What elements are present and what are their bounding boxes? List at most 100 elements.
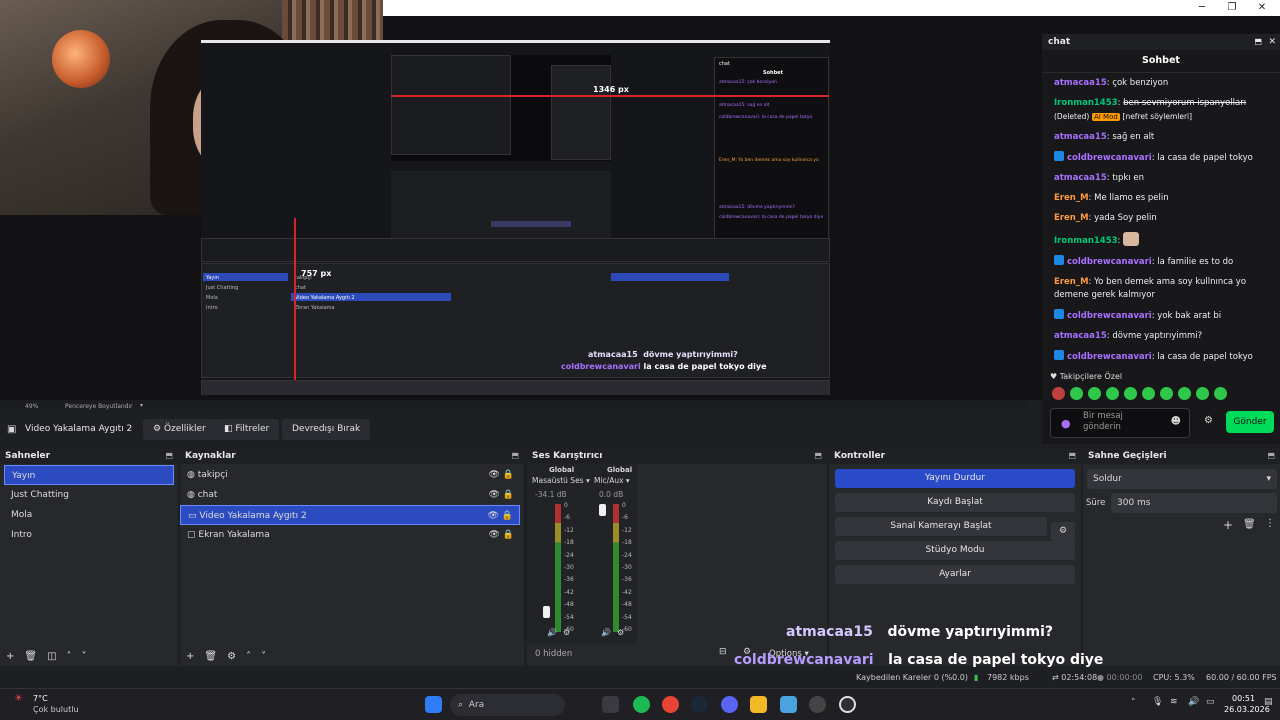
chevron-down-icon[interactable]: ▾ [140,402,143,409]
chevron-down-icon[interactable]: ˅ [261,651,276,662]
mic-icon[interactable]: ● [1061,417,1071,430]
chat-username[interactable]: atmacaa15 [1054,331,1107,341]
studio-mode-button[interactable]: Stüdyo Modu [835,541,1075,560]
chatgpt-icon[interactable] [809,696,826,713]
undock-icon[interactable]: ⬒ [814,448,822,464]
undock-icon[interactable]: ⬒ [1068,448,1076,464]
undock-icon[interactable]: ⬒ [165,448,173,464]
emote-icon[interactable] [1070,387,1083,400]
gear-icon[interactable]: ⚙ [227,651,246,662]
minimize-icon[interactable]: ─ [1194,2,1210,13]
emote-bar[interactable] [1052,387,1232,401]
stop-stream-button[interactable]: Yayını Durdur [835,469,1075,488]
chat-username[interactable]: coldbrewcanavari [1067,311,1152,321]
emote-icon[interactable] [1106,387,1119,400]
speaker-icon[interactable]: 🔊 [601,628,611,637]
chat-message-list[interactable]: atmacaa15: çok benziyon Ironman1453: ben … [1042,73,1280,363]
emote-icon[interactable] [1160,387,1173,400]
scene-item[interactable]: Just Chatting [4,485,174,505]
lock-icon[interactable]: 🔒 [503,470,514,480]
eye-icon[interactable]: 👁 [488,470,499,480]
chat-username[interactable]: Ironman1453 [1054,236,1118,246]
filters-button[interactable]: ◧ Filtreler [214,419,280,440]
close-icon[interactable]: ✕ [1268,34,1276,50]
mic-icon[interactable]: 🎙 [1152,697,1163,707]
close-icon[interactable]: ✕ [1254,2,1270,13]
scene-item[interactable]: Mola [4,505,174,525]
chevron-up-icon[interactable]: ˄ [246,651,261,662]
chevron-up-icon[interactable]: ˄ [67,651,82,662]
lock-icon[interactable]: 🔒 [503,530,514,540]
chat-username[interactable]: Eren_M [1054,277,1089,287]
settings-button[interactable]: Ayarlar [835,565,1075,584]
clock-date[interactable]: 26.03.2026 [1224,705,1270,714]
eye-icon[interactable]: 👁 [487,511,498,521]
chat-username[interactable]: atmacaa15 [1054,78,1107,88]
folder-icon[interactable] [750,696,767,713]
start-virtual-camera-button[interactable]: Sanal Kamerayı Başlat [835,517,1047,536]
eye-icon[interactable]: 👁 [488,530,499,540]
chrome-icon[interactable] [662,696,679,713]
eye-icon[interactable]: 👁 [488,490,499,500]
task-view-icon[interactable] [602,696,619,713]
channel-name-mic[interactable]: Mic/Aux ▾ [594,476,630,485]
emote-icon[interactable] [1088,387,1101,400]
clock-time[interactable]: 00:51 [1232,694,1255,703]
gear-icon[interactable]: ⚙ [1204,415,1213,426]
emote-icon[interactable] [1214,387,1227,400]
source-item[interactable]: ▭ Video Yakalama Aygıtı 2 👁 🔒 [180,505,520,525]
notification-icon[interactable]: ▤ [1264,697,1273,707]
chat-username[interactable]: coldbrewcanavari [1067,257,1152,267]
trash-icon[interactable]: 🗑 [24,651,47,662]
notepad-icon[interactable] [780,696,797,713]
chat-username[interactable]: atmacaa15 [1054,132,1107,142]
steam-icon[interactable] [691,696,708,713]
maximize-icon[interactable]: ❐ [1224,2,1240,13]
source-item[interactable]: ◍ chat 👁 🔒 [180,485,520,505]
speaker-icon[interactable]: 🔊 [1188,697,1199,707]
message-input[interactable]: ● Bir mesaj gönderin ☻ [1050,408,1190,438]
scene-item[interactable]: Yayın [4,465,174,485]
add-icon[interactable]: + [1223,518,1233,532]
emoji-icon[interactable]: ☻ [1171,416,1181,427]
channel-name-desktop[interactable]: Masaüstü Ses ▾ [532,476,590,485]
speaker-icon[interactable]: 🔊 [547,628,557,637]
trash-icon[interactable]: 🗑 [1243,519,1256,530]
start-icon[interactable] [425,696,442,713]
scene-item[interactable]: Intro [4,525,174,545]
start-recording-button[interactable]: Kaydı Başlat [835,493,1075,512]
emote-icon[interactable] [1124,387,1137,400]
gear-icon[interactable]: ⚙ [617,628,624,637]
obs-icon[interactable] [839,696,856,713]
layout-icon[interactable]: ⊟ [719,647,727,657]
duration-input[interactable]: 300 ms [1111,493,1277,513]
emote-icon[interactable] [1052,387,1065,400]
volume-fader[interactable] [599,504,606,516]
trash-icon[interactable]: 🗑 [204,651,227,662]
program-preview[interactable]: chat Sohbet atmacaa15: çok benziyon atma… [201,40,830,395]
filter-icon[interactable]: ◫ [47,651,66,662]
chat-username[interactable]: atmacaa15 [1054,173,1107,183]
spotify-icon[interactable] [633,696,650,713]
weather-text[interactable]: Çok bulutlu [33,705,79,714]
battery-icon[interactable]: ▭ [1206,697,1215,707]
wifi-icon[interactable]: ≋ [1170,697,1178,707]
deactivate-button[interactable]: Devredışı Bırak [282,419,371,440]
add-icon[interactable]: + [186,651,204,662]
properties-button[interactable]: ⚙ Özellikler [143,419,216,440]
chat-username[interactable]: Eren_M [1054,193,1089,203]
taskbar-search[interactable]: ⌕ Ara [450,694,565,716]
chat-username[interactable]: Eren_M [1054,213,1089,223]
source-item[interactable]: ▢ Ekran Yakalama 👁 🔒 [180,525,520,545]
source-item[interactable]: ◍ takipçi 👁 🔒 [180,465,520,485]
send-button[interactable]: Gönder [1226,411,1274,433]
transition-select[interactable]: Soldur ▾ [1087,469,1277,489]
chevron-up-icon[interactable]: ˄ [1131,698,1136,708]
add-icon[interactable]: + [6,651,24,662]
chat-username[interactable]: coldbrewcanavari [1067,153,1152,163]
emote-icon[interactable] [1142,387,1155,400]
emote-icon[interactable] [1178,387,1191,400]
chat-username[interactable]: Ironman1453 [1054,98,1118,108]
volume-fader[interactable] [543,606,550,619]
undock-icon[interactable]: ⬒ [1254,34,1262,50]
